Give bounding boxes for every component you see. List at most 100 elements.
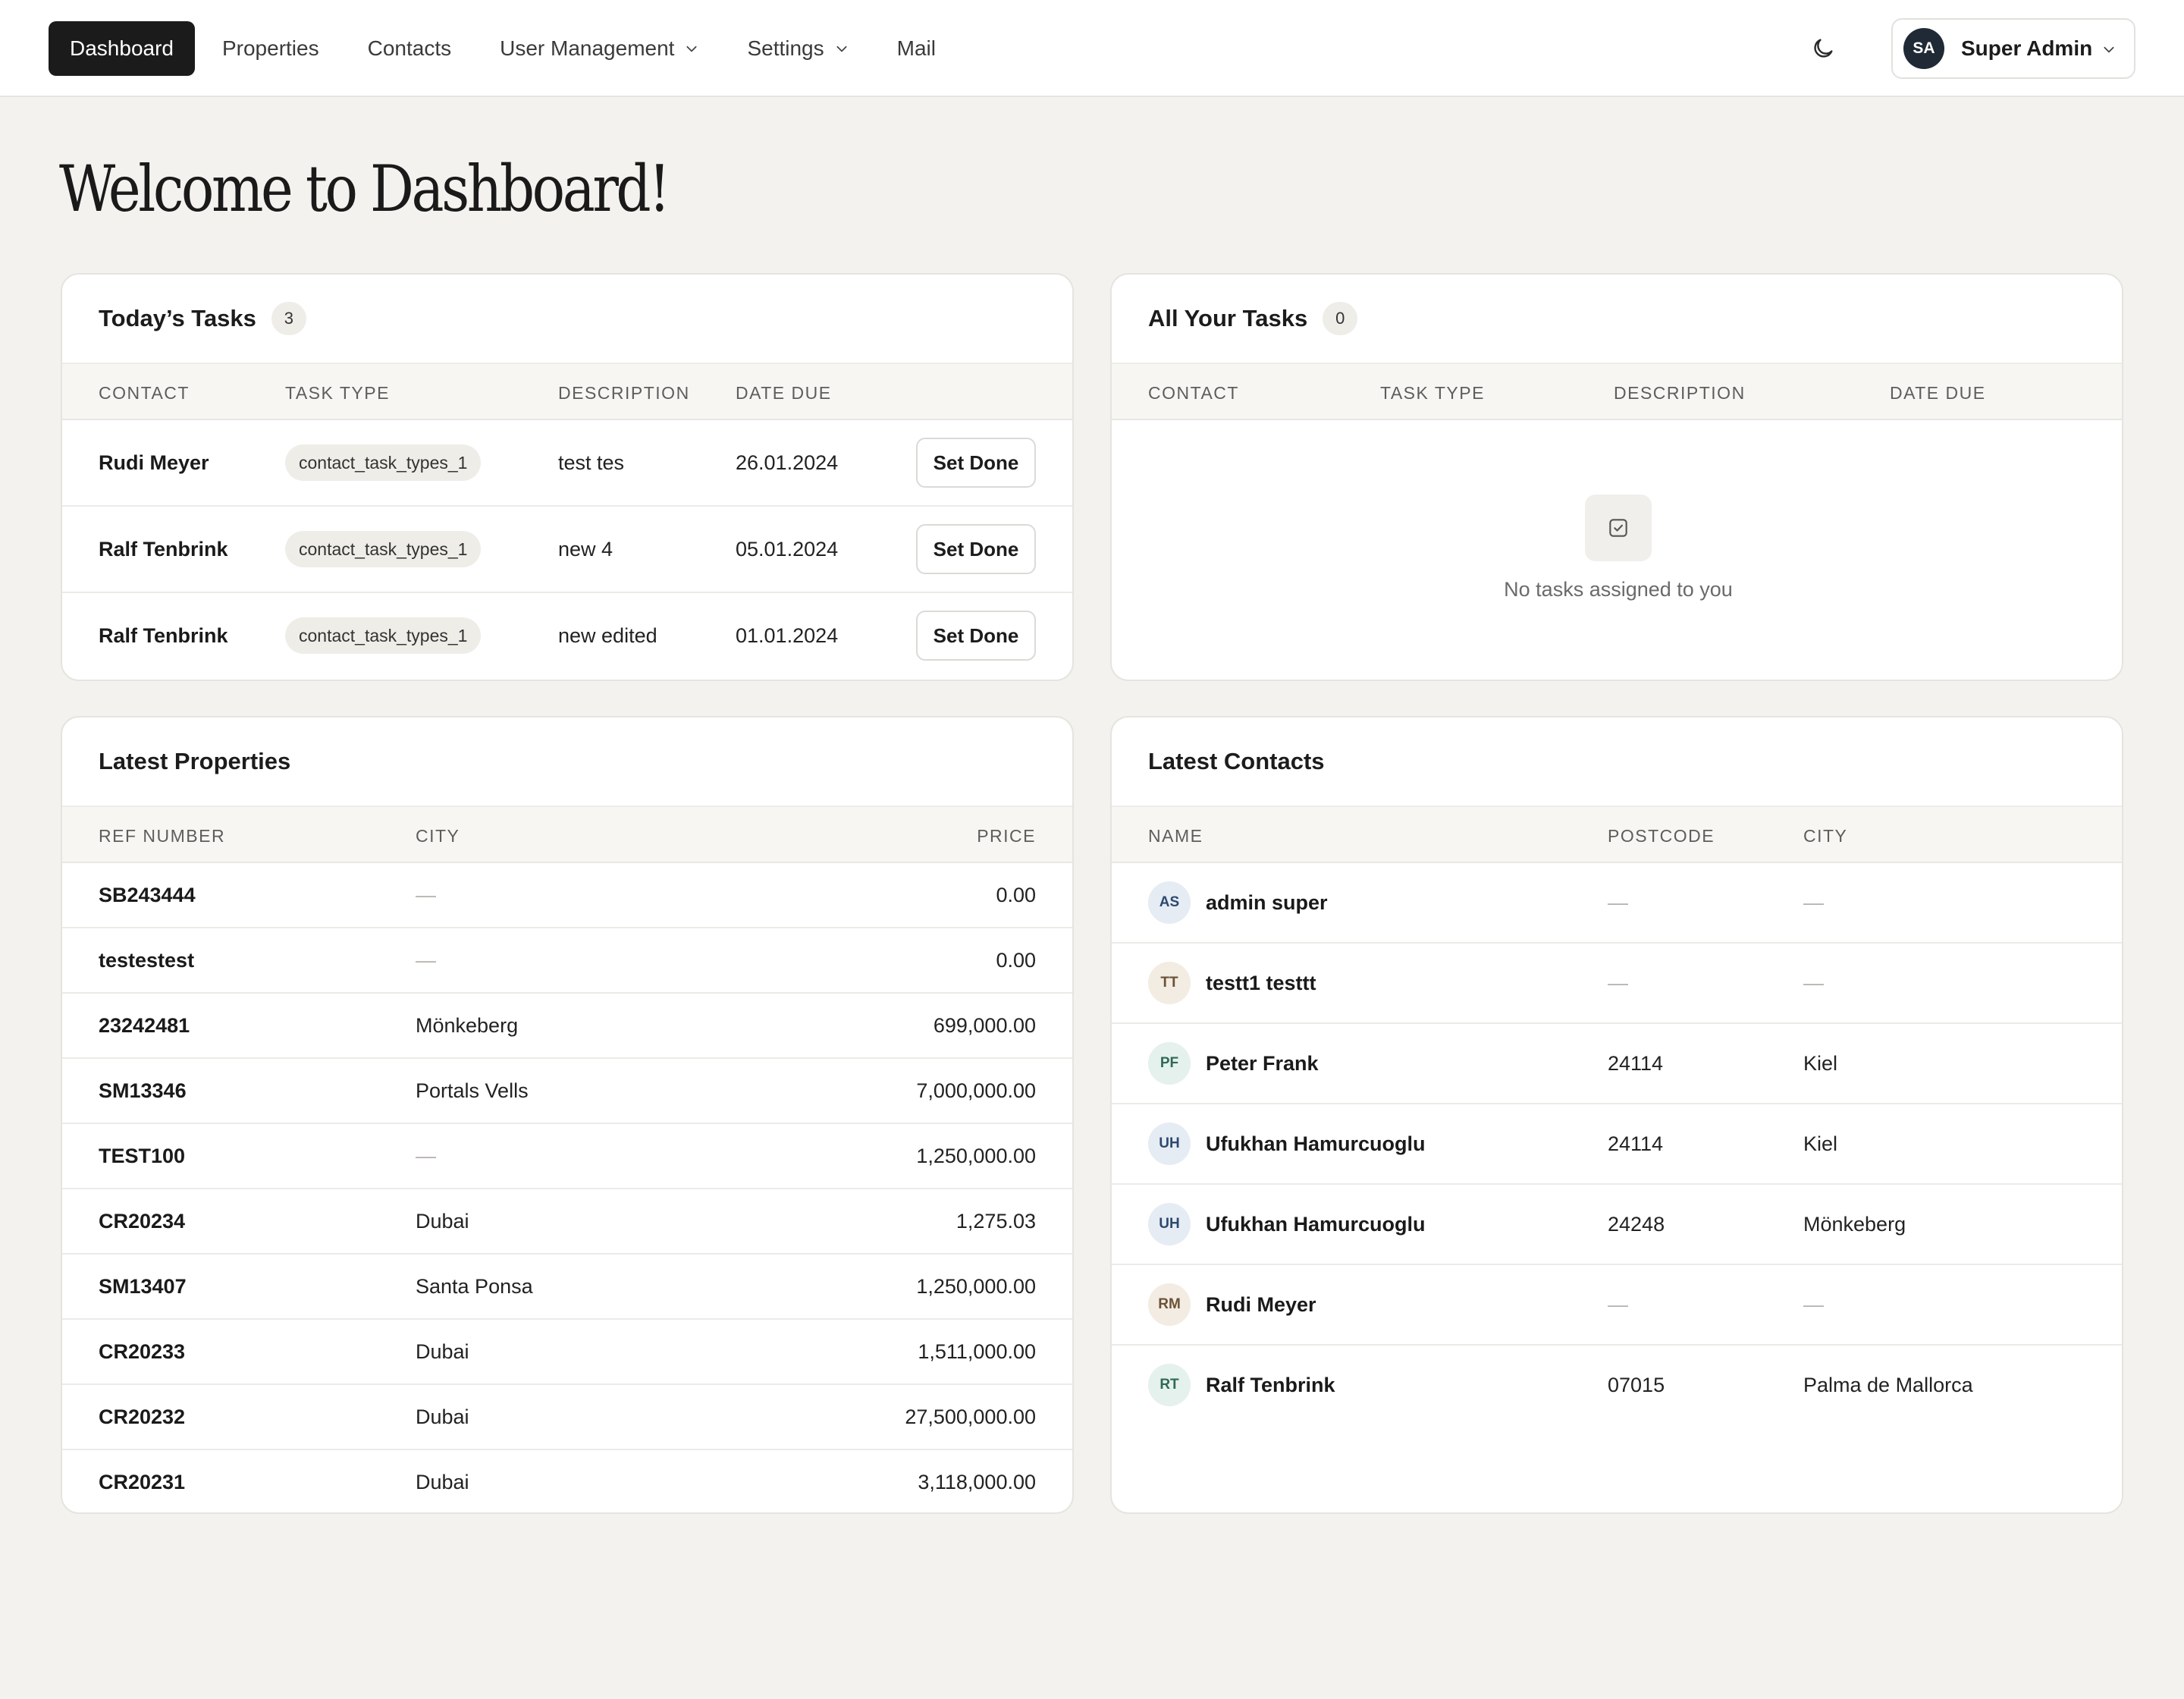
all-tasks-card: All Your Tasks 0 Contact Task Type Descr… <box>1110 273 2123 681</box>
table-row[interactable]: SM13346 Portals Vells 7,000,000.00 <box>62 1059 1072 1124</box>
set-done-button[interactable]: Set Done <box>916 438 1036 488</box>
column-header-date-due: Date Due <box>736 383 832 403</box>
set-done-button[interactable]: Set Done <box>916 524 1036 574</box>
column-header-contact: Contact <box>99 383 190 403</box>
card-title: Latest Properties <box>99 748 291 774</box>
column-header-name: Name <box>1148 826 1203 846</box>
contact-city: Palma de Mallorca <box>1803 1373 1973 1396</box>
table-row[interactable]: AS admin super — — <box>1112 863 2122 944</box>
contact-name-cell[interactable]: AS admin super <box>1148 863 1328 942</box>
avatar: TT <box>1148 962 1191 1004</box>
task-date-due: 01.01.2024 <box>736 623 839 647</box>
table-header: Name Postcode City <box>1112 806 2122 863</box>
latest-contacts-card: Latest Contacts Name Postcode City AS adm… <box>1110 716 2123 1514</box>
property-city: Dubai <box>416 1339 469 1363</box>
contact-name-cell[interactable]: RT Ralf Tenbrink <box>1148 1346 1335 1424</box>
contact-city: — <box>1803 890 1824 914</box>
nav-item-settings[interactable]: Settings <box>726 21 869 76</box>
user-name: Super Admin <box>1961 36 2093 60</box>
property-ref-number[interactable]: CR20232 <box>99 1385 185 1449</box>
nav-item-contacts[interactable]: Contacts <box>347 21 473 76</box>
nav-item-label: Settings <box>747 36 824 60</box>
property-city: Dubai <box>416 1209 469 1233</box>
property-price: 699,000.00 <box>933 1013 1036 1037</box>
card-header: Latest Properties <box>62 718 1072 806</box>
column-header-task-type: Task Type <box>285 383 390 403</box>
property-price: 1,250,000.00 <box>916 1274 1036 1298</box>
table-row[interactable]: 23242481 Mönkeberg 699,000.00 <box>62 994 1072 1059</box>
property-city: — <box>416 883 436 906</box>
nav-item-user-management[interactable]: User Management <box>479 21 720 76</box>
table-header: Contact Task Type Description Date Due <box>1112 363 2122 420</box>
nav-item-dashboard[interactable]: Dashboard <box>49 21 195 76</box>
nav-item-label: Dashboard <box>70 36 174 60</box>
task-description: new 4 <box>558 537 613 561</box>
column-header-task-type: Task Type <box>1380 383 1485 403</box>
task-type-badge: contact_task_types_1 <box>285 444 482 481</box>
property-ref-number[interactable]: SB243444 <box>99 863 196 927</box>
property-city: — <box>416 1144 436 1167</box>
table-row[interactable]: testestest — 0.00 <box>62 928 1072 994</box>
table-row[interactable]: SB243444 — 0.00 <box>62 863 1072 928</box>
property-city: Santa Ponsa <box>416 1274 533 1298</box>
card-title: All Your Tasks <box>1148 305 1308 331</box>
property-price: 1,511,000.00 <box>918 1339 1036 1363</box>
avatar: PF <box>1148 1042 1191 1085</box>
column-header-price: Price <box>977 826 1036 846</box>
contact-name-cell[interactable]: TT testt1 testtt <box>1148 944 1316 1022</box>
table-row[interactable]: UH Ufukhan Hamurcuoglu 24248 Mönkeberg <box>1112 1185 2122 1265</box>
nav-item-mail[interactable]: Mail <box>876 21 957 76</box>
task-type-badge: contact_task_types_1 <box>285 531 482 567</box>
contact-name: testt1 testtt <box>1206 971 1316 994</box>
contact-name-cell[interactable]: RM Rudi Meyer <box>1148 1265 1316 1344</box>
task-contact[interactable]: Ralf Tenbrink <box>99 507 228 592</box>
table-row[interactable]: CR20234 Dubai 1,275.03 <box>62 1189 1072 1255</box>
property-city: Portals Vells <box>416 1079 529 1102</box>
property-ref-number[interactable]: 23242481 <box>99 994 190 1057</box>
column-header-description: Description <box>1614 383 1746 403</box>
property-ref-number[interactable]: CR20231 <box>99 1450 185 1512</box>
table-row[interactable]: PF Peter Frank 24114 Kiel <box>1112 1024 2122 1104</box>
contact-city: Mönkeberg <box>1803 1212 1906 1236</box>
property-ref-number[interactable]: SM13407 <box>99 1255 187 1318</box>
property-ref-number[interactable]: CR20234 <box>99 1189 185 1253</box>
table-header: Ref Number City Price <box>62 806 1072 863</box>
task-date-due: 26.01.2024 <box>736 451 839 474</box>
table-row[interactable]: TEST100 — 1,250,000.00 <box>62 1124 1072 1189</box>
property-city: Dubai <box>416 1405 469 1428</box>
task-contact[interactable]: Rudi Meyer <box>99 420 209 505</box>
nav-item-properties[interactable]: Properties <box>201 21 340 76</box>
task-count-badge: 0 <box>1323 302 1358 335</box>
table-row[interactable]: RT Ralf Tenbrink 07015 Palma de Mallorca <box>1112 1346 2122 1426</box>
table-row[interactable]: TT testt1 testtt — — <box>1112 944 2122 1024</box>
task-type-badge: contact_task_types_1 <box>285 617 482 654</box>
task-contact[interactable]: Ralf Tenbrink <box>99 593 228 678</box>
contact-name-cell[interactable]: UH Ufukhan Hamurcuoglu <box>1148 1185 1426 1264</box>
theme-toggle-button[interactable] <box>1802 30 1844 67</box>
property-price: 7,000,000.00 <box>916 1079 1036 1102</box>
property-ref-number[interactable]: SM13346 <box>99 1059 187 1123</box>
contact-name: Ufukhan Hamurcuoglu <box>1206 1132 1426 1155</box>
table-row[interactable]: RM Rudi Meyer — — <box>1112 1265 2122 1346</box>
table-row[interactable]: CR20231 Dubai 3,118,000.00 <box>62 1450 1072 1512</box>
contact-postcode: — <box>1608 890 1628 914</box>
contact-postcode: 07015 <box>1608 1373 1665 1396</box>
card-header: All Your Tasks 0 <box>1112 275 2122 363</box>
table-row[interactable]: UH Ufukhan Hamurcuoglu 24114 Kiel <box>1112 1104 2122 1185</box>
contact-name-cell[interactable]: PF Peter Frank <box>1148 1024 1319 1103</box>
property-ref-number[interactable]: CR20233 <box>99 1320 185 1383</box>
task-type-cell: contact_task_types_1 <box>285 593 482 678</box>
table-row[interactable]: CR20232 Dubai 27,500,000.00 <box>62 1385 1072 1450</box>
contact-name-cell[interactable]: UH Ufukhan Hamurcuoglu <box>1148 1104 1426 1183</box>
table-row[interactable]: SM13407 Santa Ponsa 1,250,000.00 <box>62 1255 1072 1320</box>
user-menu-button[interactable]: SA Super Admin <box>1891 18 2135 79</box>
property-price: 3,118,000.00 <box>918 1470 1036 1493</box>
empty-state-icon-box <box>1585 495 1652 561</box>
column-header-city: City <box>416 826 460 846</box>
card-header: Latest Contacts <box>1112 718 2122 806</box>
property-ref-number[interactable]: testestest <box>99 928 194 992</box>
contact-postcode: — <box>1608 1292 1628 1316</box>
table-row[interactable]: CR20233 Dubai 1,511,000.00 <box>62 1320 1072 1385</box>
property-ref-number[interactable]: TEST100 <box>99 1124 185 1188</box>
set-done-button[interactable]: Set Done <box>916 611 1036 661</box>
